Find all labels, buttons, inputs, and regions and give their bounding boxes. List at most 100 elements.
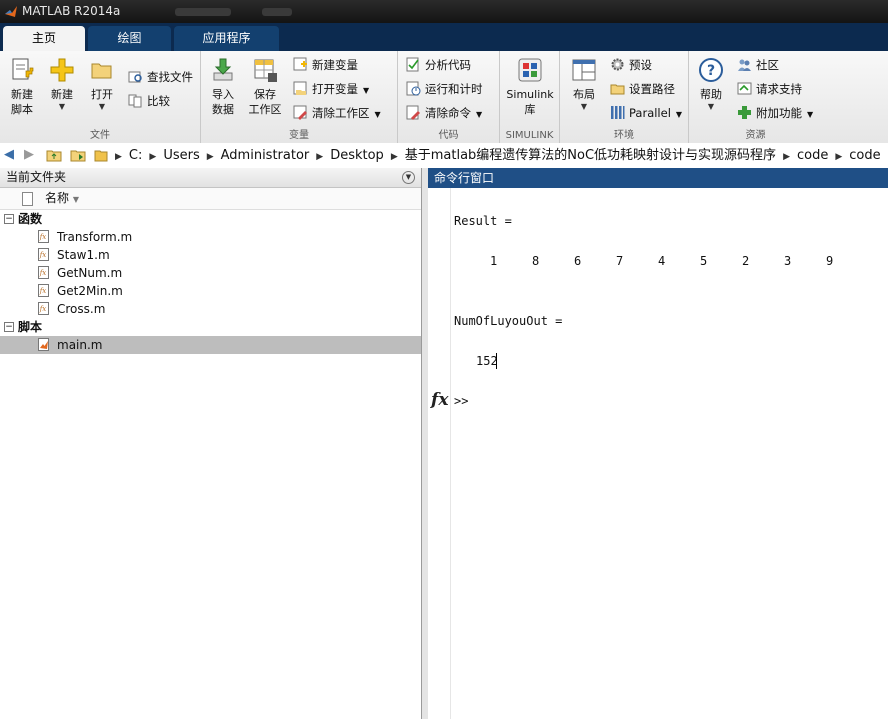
svg-text:fx: fx (39, 287, 47, 295)
output-value: 4 (658, 254, 666, 268)
group-code: 分析代码 运行和计时 清除命令 ▼ 代码 (398, 51, 500, 143)
find-files-label: 查找文件 (147, 70, 193, 84)
tab-apps[interactable]: 应用程序 (174, 26, 279, 51)
back-arrow-icon[interactable]: ◀ (4, 148, 20, 162)
name-column-label: 名称 (45, 191, 70, 205)
forward-arrow-icon[interactable]: ▶ (24, 148, 40, 162)
save-workspace-button[interactable]: 保存 工作区 (243, 55, 287, 117)
compare-icon (128, 94, 142, 108)
new-variable-button[interactable]: 新建变量 (293, 55, 358, 75)
function-browser-fx-icon[interactable]: fx (431, 390, 448, 410)
file-name: Transform.m (57, 230, 133, 244)
parallel-button[interactable]: Parallel ▼ (610, 103, 682, 123)
new-script-label: 新建 脚本 (11, 88, 33, 116)
group-simulink: Simulink 库 SIMULINK (500, 51, 560, 143)
compare-label: 比较 (147, 94, 170, 108)
find-files-button[interactable]: 查找文件 (128, 67, 193, 87)
matlab-logo-icon (5, 6, 17, 17)
file-type-icon (22, 192, 33, 206)
output-value: 152 (476, 354, 498, 368)
tab-plots[interactable]: 绘图 (88, 26, 171, 51)
layout-button[interactable]: 布局 ▼ (562, 55, 606, 112)
app-title: MATLAB R2014a (22, 4, 121, 18)
list-item-selected[interactable]: main.m (0, 336, 421, 354)
svg-text:fx: fx (39, 251, 47, 259)
open-variable-icon (293, 81, 307, 95)
group-header-scripts[interactable]: − 脚本 (0, 318, 421, 336)
breadcrumb-segment[interactable]: code (849, 148, 880, 163)
parallel-icon (611, 106, 625, 119)
title-bar: MATLAB R2014a (0, 0, 888, 23)
clear-commands-icon (406, 105, 420, 120)
breadcrumb-separator-icon: ▶ (206, 152, 214, 162)
browse-folder-icon[interactable] (70, 148, 86, 162)
output-variable-label: Result = (454, 214, 512, 228)
up-folder-icon[interactable] (46, 148, 62, 162)
new-script-button[interactable]: 新建 脚本 (0, 55, 44, 117)
breadcrumb-segment[interactable]: 基于matlab编程遗传算法的NoC低功耗映射设计与实现源码程序 (405, 148, 776, 163)
request-support-label: 请求支持 (756, 82, 802, 96)
open-button[interactable]: 打开 ▼ (80, 55, 124, 112)
help-button[interactable]: ? 帮助 ▼ (689, 55, 733, 112)
open-variable-button[interactable]: 打开变量 ▼ (293, 79, 369, 99)
new-button[interactable]: 新建 ▼ (40, 55, 84, 112)
group-label-resources: 资源 (745, 130, 766, 141)
breadcrumb-segment[interactable]: Administrator (221, 148, 310, 163)
group-label: 函数 (18, 212, 43, 226)
new-script-icon (9, 57, 35, 83)
group-label-variable: 变量 (289, 130, 309, 141)
breadcrumb-segment[interactable]: Desktop (330, 148, 384, 163)
group-header-functions[interactable]: − 函数 (0, 210, 421, 228)
import-data-label: 导入 数据 (212, 88, 234, 116)
svg-text:?: ? (707, 63, 715, 79)
collapse-icon[interactable]: − (4, 214, 14, 224)
analyze-code-button[interactable]: 分析代码 (406, 55, 471, 75)
import-data-button[interactable]: 导入 数据 (201, 55, 245, 117)
compare-button[interactable]: 比较 (128, 91, 170, 111)
clear-workspace-icon (293, 105, 307, 120)
output-value: 9 (826, 254, 834, 268)
breadcrumb-segment[interactable]: code (797, 148, 828, 163)
breadcrumb-separator-icon: ▶ (390, 152, 398, 162)
set-path-button[interactable]: 设置路径 (610, 79, 675, 99)
chevron-down-icon: ▼ (476, 110, 483, 119)
breadcrumb-segment[interactable]: C: (129, 148, 142, 163)
list-item[interactable]: fx Get2Min.m (0, 282, 421, 300)
breadcrumb-segment[interactable]: Users (163, 148, 199, 163)
simulink-library-button[interactable]: Simulink 库 (506, 55, 554, 117)
output-variable-label: NumOfLuyouOut = (454, 314, 563, 328)
clear-commands-button[interactable]: 清除命令 ▼ (406, 103, 482, 123)
list-item[interactable]: fx Transform.m (0, 228, 421, 246)
command-window[interactable]: 命令行窗口 Result = 1 8 6 7 4 5 2 3 9 NumOfLu… (428, 168, 888, 719)
name-column-header[interactable]: 名称 ▼ (45, 188, 79, 210)
tab-home[interactable]: 主页 (3, 26, 85, 51)
group-label-simulink: SIMULINK (505, 130, 554, 141)
new-plus-icon (49, 57, 75, 83)
help-label: 帮助 (700, 88, 722, 101)
collapse-icon[interactable]: − (4, 322, 14, 332)
group-resources: ? 帮助 ▼ 社区 请求支持 附加功能 ▼ 资源 (689, 51, 822, 143)
command-prompt: >> (454, 394, 469, 408)
chevron-down-icon: ▼ (98, 102, 106, 111)
addons-button[interactable]: 附加功能 ▼ (737, 103, 813, 123)
output-value: 3 (784, 254, 792, 268)
svg-text:fx: fx (39, 305, 47, 313)
list-item[interactable]: fx Staw1.m (0, 246, 421, 264)
run-and-time-button[interactable]: 运行和计时 (406, 79, 483, 99)
group-label-code: 代码 (438, 130, 459, 141)
community-label: 社区 (756, 58, 779, 72)
request-support-button[interactable]: 请求支持 (737, 79, 802, 99)
help-icon: ? (698, 57, 724, 83)
layout-label: 布局 (573, 88, 595, 101)
clear-workspace-button[interactable]: 清除工作区 ▼ (293, 103, 381, 123)
blurred-title-region (175, 8, 231, 16)
column-header[interactable]: 名称 ▼ (0, 188, 421, 210)
preferences-button[interactable]: 预设 (610, 55, 652, 75)
community-button[interactable]: 社区 (737, 55, 779, 75)
gear-icon (611, 58, 624, 71)
command-input[interactable] (472, 392, 872, 410)
panel-menu-icon[interactable]: ▼ (402, 171, 415, 184)
open-label: 打开 (91, 88, 113, 101)
list-item[interactable]: fx GetNum.m (0, 264, 421, 282)
list-item[interactable]: fx Cross.m (0, 300, 421, 318)
